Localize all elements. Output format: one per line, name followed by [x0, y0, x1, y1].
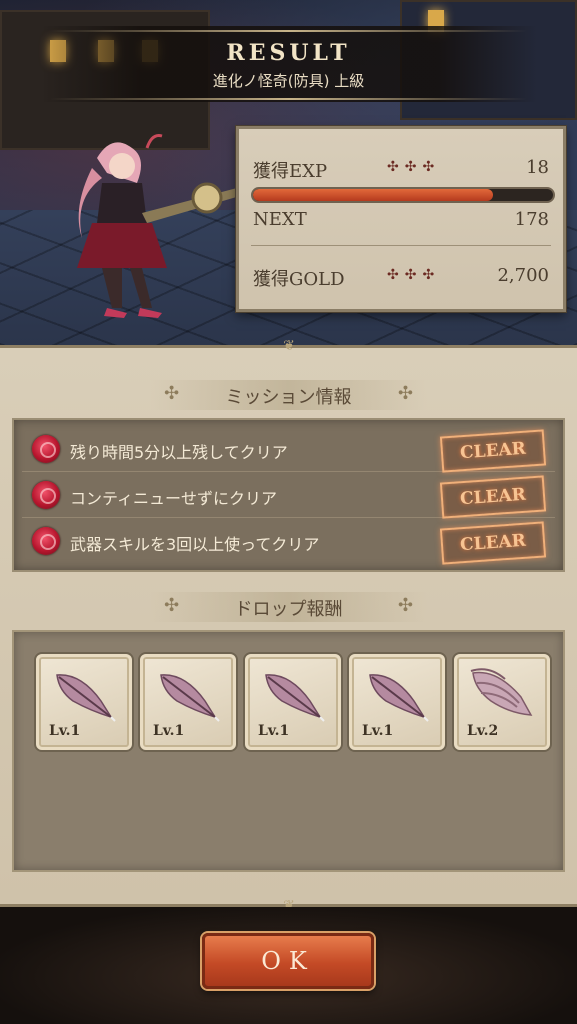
drop-item[interactable]: Lv.1: [140, 654, 236, 750]
mission-heading: ✣ ミッション情報 ✣: [150, 380, 427, 410]
cross-ornament-icon: ✣: [397, 595, 413, 616]
next-value: 178: [514, 209, 549, 230]
clear-badge: CLEAR: [439, 429, 547, 473]
feather-icon: [160, 674, 220, 722]
drop-reward-list: Lv.1 Lv.1 Lv.1 Lv.1 Lv.2: [12, 630, 565, 872]
mission-item: コンティニューせずにクリア CLEAR: [22, 474, 555, 519]
clear-badge: CLEAR: [439, 475, 547, 519]
feather-icon: [56, 674, 116, 722]
gold-value: 2,700: [497, 265, 549, 286]
exp-row: 獲得EXP ✣✣✣ 18: [253, 155, 549, 185]
rose-icon: [32, 481, 60, 509]
drop-heading: ✣ ドロップ報酬 ✣: [150, 592, 427, 622]
ok-button[interactable]: OK: [202, 933, 374, 989]
feather-icon: [369, 674, 429, 722]
character-sprite: [77, 134, 240, 318]
exp-progress-fill: [253, 189, 493, 201]
result-title: RESULT: [226, 40, 351, 66]
mission-text: 武器スキルを3回以上使ってクリア: [70, 535, 320, 554]
item-level: Lv.2: [467, 723, 499, 739]
rose-icon: [32, 435, 60, 463]
ornament-icon: ❦: [283, 338, 295, 354]
gold-label: 獲得GOLD: [253, 269, 345, 290]
gold-row: 獲得GOLD ✣✣✣ 2,700: [253, 263, 549, 293]
result-details-panel: ❦ ✣ ミッション情報 ✣ 残り時間5分以上残してクリア CLEAR コンティニ…: [0, 338, 577, 914]
item-level: Lv.1: [153, 723, 185, 739]
clear-badge: CLEAR: [439, 521, 547, 565]
item-level: Lv.1: [362, 723, 394, 739]
mission-heading-text: ミッション情報: [225, 387, 352, 408]
exp-label: 獲得EXP: [253, 161, 328, 182]
stage-name: 進化ノ怪奇(防具) 上級: [212, 72, 365, 90]
gold-dots-icon: ✣✣✣: [387, 267, 441, 283]
reward-stats-panel: 獲得EXP ✣✣✣ 18 NEXT 178 獲得GOLD ✣✣✣ 2,700: [236, 126, 566, 312]
stats-divider: [251, 245, 551, 246]
bottom-bar: OK: [0, 907, 577, 1024]
mission-list: 残り時間5分以上残してクリア CLEAR コンティニューせずにクリア CLEAR…: [12, 418, 565, 572]
mission-item: 残り時間5分以上残してクリア CLEAR: [22, 428, 555, 473]
drop-item[interactable]: Lv.1: [36, 654, 132, 750]
rose-icon: [32, 527, 60, 555]
exp-value: 18: [526, 157, 549, 178]
item-level: Lv.1: [49, 723, 81, 739]
next-row: NEXT 178: [253, 207, 549, 237]
drop-item[interactable]: Lv.1: [349, 654, 445, 750]
exp-dots-icon: ✣✣✣: [387, 159, 441, 175]
result-banner: RESULT 進化ノ怪奇(防具) 上級: [40, 26, 537, 102]
wing-icon: [470, 668, 533, 716]
cross-ornament-icon: ✣: [397, 383, 413, 404]
next-label: NEXT: [253, 209, 307, 230]
drop-item[interactable]: Lv.1: [245, 654, 341, 750]
exp-progress-bar: [251, 187, 555, 203]
drop-item[interactable]: Lv.2: [454, 654, 550, 750]
item-level: Lv.1: [258, 723, 290, 739]
mission-text: 残り時間5分以上残してクリア: [70, 443, 288, 462]
feather-icon: [265, 674, 325, 722]
battle-scene: RESULT 進化ノ怪奇(防具) 上級 獲得EXP ✣✣✣ 18 NEXT 17…: [0, 0, 577, 345]
mission-item: 武器スキルを3回以上使ってクリア CLEAR: [22, 520, 555, 565]
mission-text: コンティニューせずにクリア: [70, 489, 278, 508]
drop-heading-text: ドロップ報酬: [234, 599, 343, 620]
